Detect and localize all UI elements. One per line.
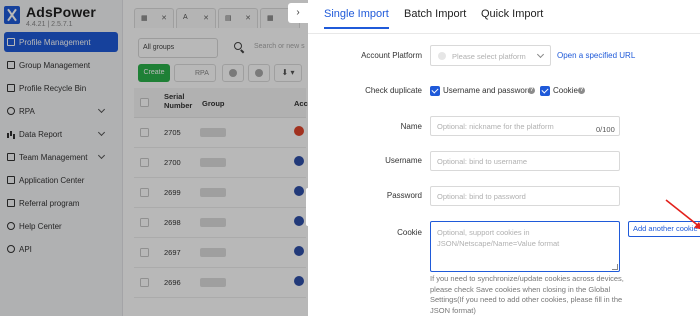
username-input[interactable] [430, 151, 620, 171]
import-tabs: Single Import Batch Import Quick Import [308, 0, 700, 34]
username-password-label: Username and password [443, 86, 532, 95]
password-label: Password [386, 191, 422, 200]
cookie-help-text: If you need to synchronize/update cookie… [430, 274, 624, 315]
username-password-checkbox[interactable] [430, 86, 440, 96]
account-platform-label: Account Platform [361, 51, 422, 60]
tab-batch-import[interactable]: Batch Import [404, 8, 466, 27]
name-char-counter: 0/100 [595, 125, 616, 134]
tab-quick-import[interactable]: Quick Import [481, 8, 543, 27]
cookie-textarea[interactable] [430, 221, 620, 272]
import-drawer: Single Import Batch Import Quick Import … [308, 0, 700, 316]
platform-icon [438, 52, 446, 60]
tab-single-import[interactable]: Single Import [324, 8, 389, 29]
account-platform-placeholder: Please select platform [452, 52, 526, 61]
name-input[interactable] [430, 116, 620, 136]
chevron-down-icon [536, 50, 545, 59]
collapse-drawer-button[interactable]: › [288, 3, 308, 23]
cookie-label: Cookie [397, 228, 422, 237]
name-label: Name [400, 122, 422, 131]
resize-handle-icon[interactable] [612, 264, 618, 270]
open-specified-url-link[interactable]: Open a specified URL [557, 51, 635, 60]
help-icon[interactable]: ? [528, 87, 535, 94]
check-duplicate-label: Check duplicate [365, 86, 422, 95]
account-platform-select[interactable]: Please select platform [430, 45, 551, 66]
red-arrow-annotation-icon [665, 199, 700, 230]
username-label: Username [385, 156, 422, 165]
help-icon[interactable]: ? [578, 87, 585, 94]
cookie-check-label: Cookie [553, 86, 578, 95]
password-input[interactable] [430, 186, 620, 206]
cookie-checkbox[interactable] [540, 86, 550, 96]
